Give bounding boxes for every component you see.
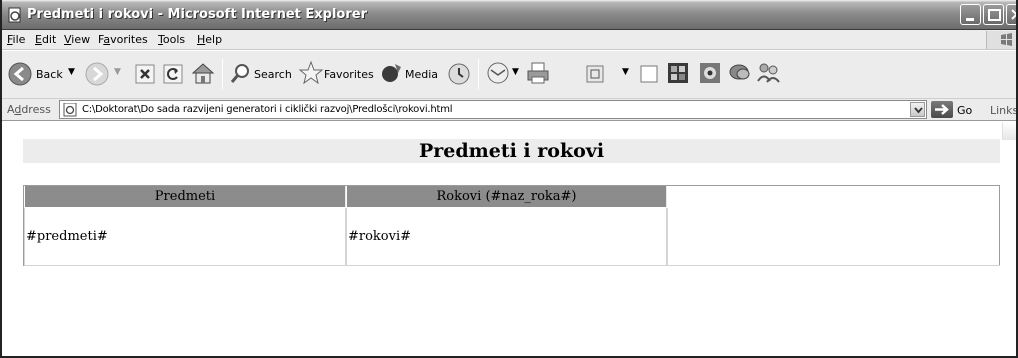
scrollbar[interactable] <box>1002 122 1016 140</box>
table-cell-rokovi: #rokovi# <box>346 208 667 266</box>
chat-button[interactable] <box>728 62 752 87</box>
pro-tool-icon <box>668 63 688 83</box>
minimize-button[interactable] <box>960 4 981 25</box>
menu-edit[interactable]: Edit <box>35 33 56 46</box>
menu-tools[interactable]: Tools <box>158 33 185 46</box>
maximize-button[interactable] <box>983 4 1004 25</box>
table-cell-empty <box>667 208 1000 266</box>
favorites-button[interactable] <box>298 60 324 89</box>
chevron-down-icon <box>914 107 923 114</box>
print-button[interactable] <box>526 61 550 88</box>
users-button[interactable] <box>756 61 782 88</box>
close-button[interactable] <box>1006 4 1016 25</box>
menu-bar: File Edit View Favorites Tools Help <box>2 30 1016 50</box>
ie-page-icon <box>8 7 21 23</box>
page-icon <box>63 103 77 117</box>
table-cell-predmeti: #predmeti# <box>24 208 346 266</box>
home-button[interactable] <box>190 61 216 88</box>
go-arrow-icon <box>935 104 949 115</box>
flower-tool-button[interactable] <box>698 61 722 88</box>
forward-dropdown-icon[interactable]: ▼ <box>114 67 121 77</box>
go-label[interactable]: Go <box>957 104 972 117</box>
address-dropdown-button[interactable] <box>910 102 925 117</box>
standard-toolbar: Back ▼ ▼ Search Favorites Media ▼ ▼ <box>2 51 1016 99</box>
media-label: Media <box>405 68 439 81</box>
page-title: Predmeti i rokovi <box>23 139 1000 163</box>
menu-help[interactable]: Help <box>197 33 222 46</box>
forward-button[interactable] <box>84 61 110 90</box>
back-button[interactable] <box>7 61 33 90</box>
links-label[interactable]: Links <box>990 104 1016 117</box>
search-label: Search <box>254 68 292 81</box>
forward-arrow-icon <box>85 62 109 86</box>
menu-favorites[interactable]: Favorites <box>98 33 148 46</box>
flower-icon <box>700 63 720 83</box>
address-value: C:\Doktorat\Do sada razvijeni generatori… <box>82 104 453 115</box>
back-dropdown-icon[interactable]: ▼ <box>68 67 75 77</box>
windows-logo <box>986 31 1016 49</box>
stop-button[interactable] <box>134 63 156 88</box>
print-icon <box>527 62 549 84</box>
toolbar-separator <box>222 59 223 89</box>
title-bar[interactable]: Predmeti i rokovi - Microsoft Internet E… <box>2 0 1016 30</box>
page-content: Predmeti i rokovi Predmeti Rokovi (#naz_… <box>2 122 1016 356</box>
blank-page-icon <box>640 65 658 83</box>
menu-file[interactable]: File <box>7 33 25 46</box>
history-icon <box>448 63 470 85</box>
favorites-label: Favorites <box>324 68 374 81</box>
toolbar-separator <box>478 59 479 89</box>
users-icon <box>757 63 780 83</box>
search-icon <box>230 64 249 83</box>
refresh-icon <box>163 64 183 84</box>
search-button[interactable] <box>230 62 252 87</box>
favorites-star-icon <box>298 60 324 85</box>
window-title: Predmeti i rokovi - Microsoft Internet E… <box>27 7 367 22</box>
home-icon <box>191 63 215 84</box>
discuss-button[interactable] <box>638 63 660 88</box>
mail-icon <box>487 62 509 84</box>
history-button[interactable] <box>446 61 472 90</box>
address-bar: Address C:\Doktorat\Do sada razvijeni ge… <box>2 99 1016 121</box>
table-header-rokovi: Rokovi (#naz_roka#) <box>347 186 667 207</box>
windows-flag-icon <box>1001 33 1012 46</box>
minimize-icon <box>966 18 974 21</box>
messenger-button[interactable] <box>666 61 690 88</box>
stop-icon <box>135 64 155 84</box>
browser-window: Predmeti i rokovi - Microsoft Internet E… <box>0 0 1018 358</box>
edit-dropdown-icon[interactable]: ▼ <box>622 67 629 77</box>
edit-page-icon <box>586 65 604 83</box>
back-arrow-icon <box>8 62 32 86</box>
table-header-predmeti: Predmeti <box>25 186 346 207</box>
chat-bubble-icon <box>729 64 750 80</box>
mail-button[interactable] <box>486 61 512 88</box>
media-button[interactable] <box>379 61 405 88</box>
address-input[interactable]: C:\Doktorat\Do sada razvijeni generatori… <box>59 100 927 119</box>
menu-view[interactable]: View <box>64 33 90 46</box>
address-label: Address <box>7 103 51 116</box>
back-label: Back <box>36 68 63 81</box>
edit-button[interactable] <box>584 63 606 88</box>
refresh-button[interactable] <box>162 63 184 88</box>
maximize-icon <box>988 9 1001 21</box>
media-icon <box>382 64 401 82</box>
mail-dropdown-icon[interactable]: ▼ <box>512 67 519 77</box>
data-table: Predmeti Rokovi (#naz_roka#) #predmeti# … <box>23 185 1000 266</box>
close-icon <box>1011 9 1016 20</box>
go-button[interactable] <box>931 101 953 118</box>
